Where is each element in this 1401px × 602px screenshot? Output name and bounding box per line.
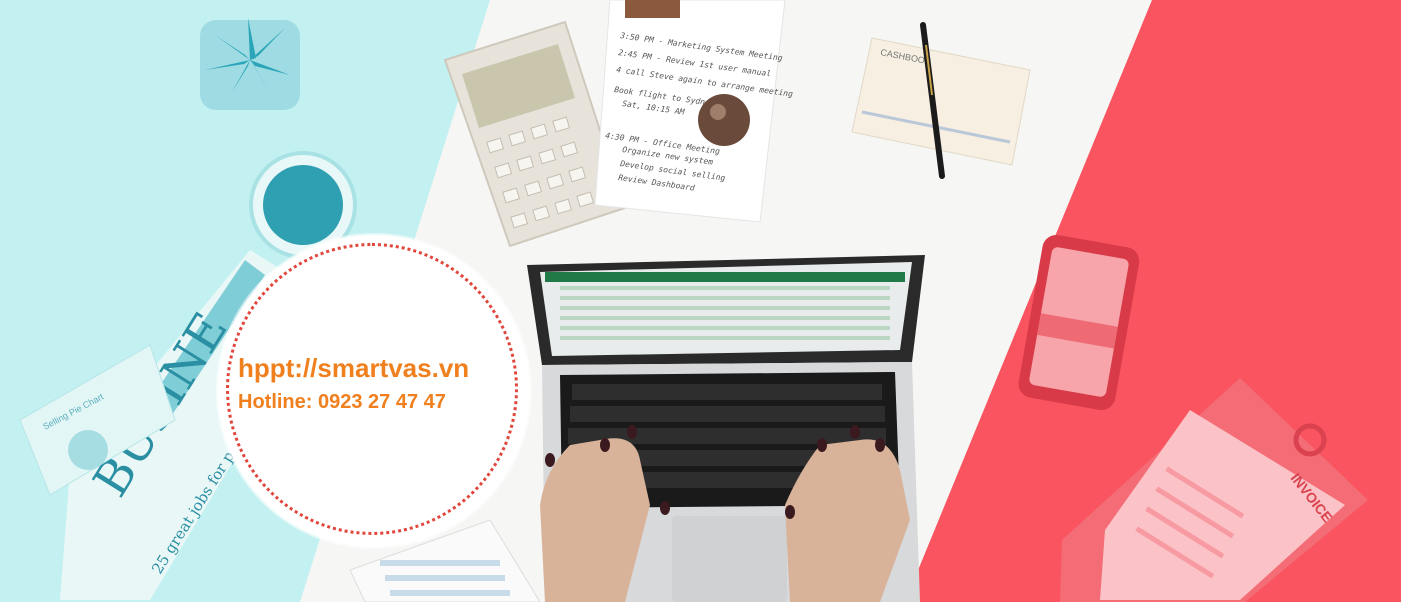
paperweight-icon: [698, 94, 750, 146]
plant-pot-icon: [200, 18, 300, 110]
hotline-text: Hotline: 0923 27 47 47: [238, 391, 446, 413]
desk-photo-background: BUSINE 25 great jobs for people who love…: [0, 0, 1401, 602]
calculator-icon: [443, 20, 627, 248]
hero-banner: BUSINE 25 great jobs for people who love…: [0, 0, 1401, 602]
trackpad: [672, 516, 787, 602]
stamp-icon: [625, 0, 680, 18]
contact-badge: hppt://smartvas.vn Hotline: 0923 27 47 4…: [218, 235, 530, 547]
cashbook-notebook: CASHBOOK: [851, 22, 1031, 179]
notepad: 3:50 PM - Marketing System Meeting 2:45 …: [594, 0, 794, 223]
dotted-ring: [226, 243, 518, 535]
website-link[interactable]: hppt://smartvas.vn: [238, 353, 538, 384]
